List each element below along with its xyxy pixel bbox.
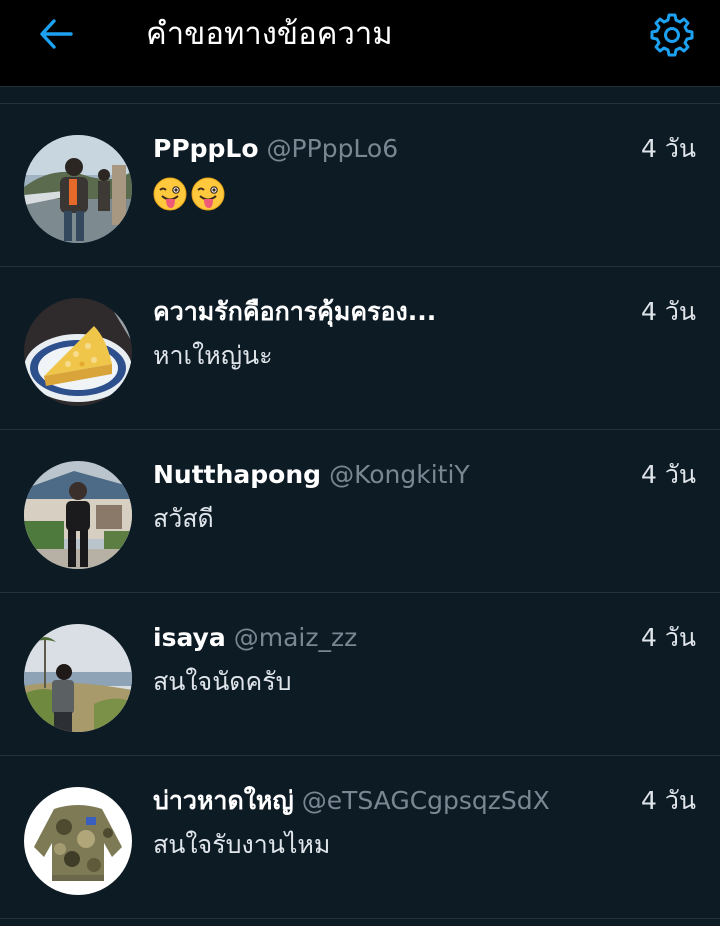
message-requests-list: PPppLo @PPppLo6 4 วัน ความรักคือการคุ้มค…	[0, 87, 720, 919]
gear-icon	[650, 13, 694, 57]
conversation-row[interactable]: Nutthapong @KongkitiY 4 วัน สวัสดี	[0, 430, 720, 593]
avatar-image	[24, 461, 132, 569]
sender-line: Nutthapong @KongkitiY	[153, 455, 623, 495]
winking-face-tongue-emoji	[153, 177, 187, 211]
page-title: คำขอทางข้อความ	[146, 16, 393, 52]
sender-line: บ่าวหาดใหญ่ @eTSAGCgpsqzSdX	[153, 781, 623, 821]
sender-name: Nutthapong	[153, 460, 322, 489]
sender-line: PPppLo @PPppLo6	[153, 129, 623, 169]
sender-name: ความรักคือการคุ้มครอง...	[153, 297, 437, 326]
avatar-image	[24, 787, 132, 895]
avatar[interactable]	[24, 461, 132, 569]
timestamp: 4 วัน	[641, 460, 696, 489]
avatar-image	[24, 298, 132, 406]
winking-face-tongue-emoji	[191, 177, 225, 211]
avatar[interactable]	[24, 135, 132, 243]
conversation-row[interactable]: PPppLo @PPppLo6 4 วัน	[0, 104, 720, 267]
sender-handle: @KongkitiY	[329, 460, 470, 489]
back-button[interactable]	[34, 12, 80, 58]
sender-name: บ่าวหาดใหญ่	[153, 786, 294, 815]
conversation-row[interactable]: ความรักคือการคุ้มครอง... 4 วัน หาเใหญ่นะ	[0, 267, 720, 430]
message-preview: หาเใหญ่นะ	[153, 341, 273, 370]
message-preview: สวัสดี	[153, 504, 214, 533]
sender-line: isaya @maiz_zz	[153, 618, 623, 658]
top-bar: คำขอทางข้อความ	[0, 0, 720, 87]
sender-handle: @eTSAGCgpsqzSdX	[301, 786, 550, 815]
timestamp: 4 วัน	[641, 134, 696, 163]
arrow-left-icon	[40, 19, 73, 49]
avatar-image	[24, 624, 132, 732]
timestamp: 4 วัน	[641, 623, 696, 652]
timestamp: 4 วัน	[641, 786, 696, 815]
message-preview: สนใจนัดครับ	[153, 667, 292, 696]
settings-button[interactable]	[646, 9, 698, 61]
list-top-divider	[0, 87, 720, 104]
timestamp: 4 วัน	[641, 297, 696, 326]
sender-name: PPppLo	[153, 134, 259, 163]
sender-line: ความรักคือการคุ้มครอง...	[153, 292, 623, 332]
message-preview: สนใจรับงานไหม	[153, 830, 331, 859]
message-preview	[153, 173, 229, 213]
sender-name: isaya	[153, 623, 226, 652]
sender-handle: @maiz_zz	[233, 623, 358, 652]
avatar[interactable]	[24, 787, 132, 895]
conversation-row[interactable]: บ่าวหาดใหญ่ @eTSAGCgpsqzSdX 4 วัน สนใจรับ…	[0, 756, 720, 919]
sender-handle: @PPppLo6	[266, 134, 399, 163]
avatar[interactable]	[24, 624, 132, 732]
avatar[interactable]	[24, 298, 132, 406]
avatar-image	[24, 135, 132, 243]
conversation-row[interactable]: isaya @maiz_zz 4 วัน สนใจนัดครับ	[0, 593, 720, 756]
